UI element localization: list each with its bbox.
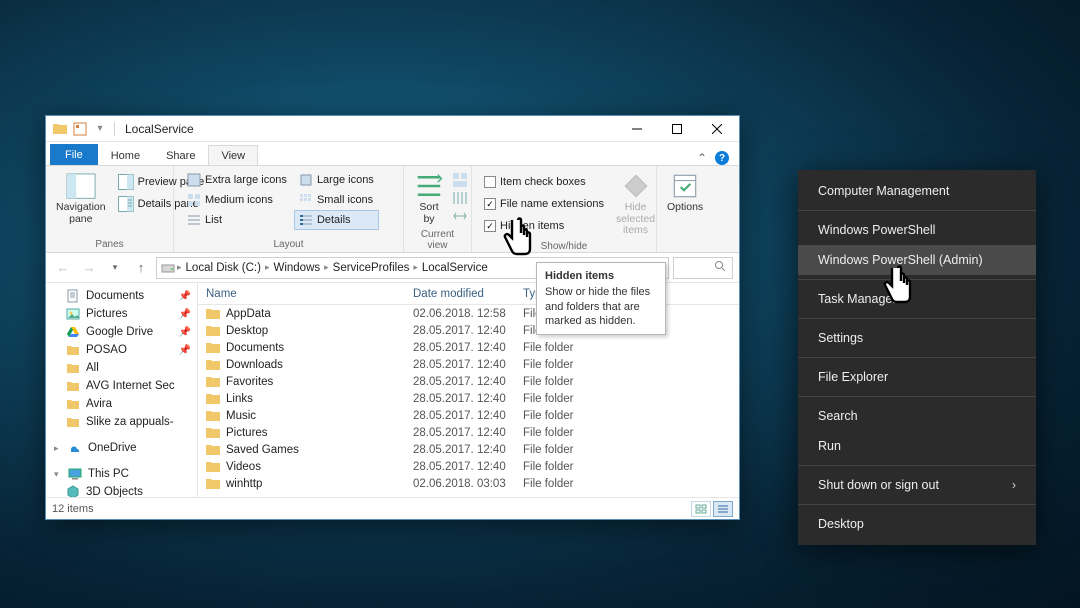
breadcrumb-item[interactable]: Local Disk (C:) bbox=[184, 262, 263, 274]
folder-icon bbox=[66, 343, 80, 357]
ctx-item[interactable]: Windows PowerShell (Admin) bbox=[798, 245, 1036, 275]
tab-share[interactable]: Share bbox=[153, 145, 208, 165]
sidebar-item[interactable]: Documents📌 bbox=[46, 287, 197, 305]
file-row[interactable]: Documents28.05.2017. 12:40File folder bbox=[198, 339, 739, 356]
hide-selected-items-button: Hide selected items bbox=[614, 170, 657, 239]
ribbon-view: Navigation pane Preview pane Details pan… bbox=[46, 166, 739, 253]
folder-icon bbox=[52, 121, 68, 137]
ribbon-tabs: File Home Share View ⌃ ? bbox=[46, 142, 739, 166]
navigation-pane-button[interactable]: Navigation pane bbox=[54, 170, 108, 227]
forward-button[interactable]: → bbox=[78, 257, 100, 279]
file-row[interactable]: winhttp02.06.2018. 03:03File folder bbox=[198, 475, 739, 492]
view-large-icons-button[interactable] bbox=[691, 501, 711, 517]
search-box[interactable] bbox=[673, 257, 733, 279]
sidebar-item[interactable]: Pictures📌 bbox=[46, 305, 197, 323]
size-columns-icon[interactable] bbox=[452, 208, 468, 224]
group-by-icon[interactable] bbox=[452, 172, 468, 188]
layout-gallery[interactable]: Extra large icons Large icons Medium ico… bbox=[182, 170, 379, 230]
ctx-item[interactable]: Task Manager bbox=[798, 284, 1036, 314]
close-button[interactable] bbox=[697, 116, 737, 142]
folder-icon bbox=[66, 379, 80, 393]
sidebar-item[interactable]: All bbox=[46, 359, 197, 377]
window-title: LocalService bbox=[125, 122, 194, 136]
breadcrumb-item[interactable]: LocalService bbox=[420, 262, 490, 274]
doc-icon bbox=[66, 289, 80, 303]
sidebar-item[interactable]: Google Drive📌 bbox=[46, 323, 197, 341]
sidebar-item[interactable]: Slike za appuals- bbox=[46, 413, 197, 431]
sidebar-item[interactable]: Avira bbox=[46, 395, 197, 413]
properties-icon[interactable] bbox=[72, 121, 88, 137]
gd-icon bbox=[66, 325, 80, 339]
ctx-item[interactable]: Windows PowerShell bbox=[798, 215, 1036, 245]
folder-icon bbox=[66, 361, 80, 375]
pin-icon: 📌 bbox=[179, 345, 191, 356]
help-icon[interactable]: ? bbox=[715, 151, 729, 165]
back-button[interactable]: ← bbox=[52, 257, 74, 279]
chevron-right-icon: › bbox=[1012, 478, 1016, 492]
add-columns-icon[interactable] bbox=[452, 190, 468, 206]
recent-locations-button[interactable]: ▾ bbox=[104, 257, 126, 279]
pin-icon: 📌 bbox=[179, 327, 191, 338]
current-view-group-label: Current view bbox=[412, 227, 463, 253]
nav-sidebar[interactable]: Documents📌Pictures📌Google Drive📌POSAO📌Al… bbox=[46, 283, 198, 497]
tab-file[interactable]: File bbox=[50, 144, 98, 165]
new-folder-icon[interactable]: ▾ bbox=[92, 121, 108, 137]
pin-icon: 📌 bbox=[179, 291, 191, 302]
pic-icon bbox=[66, 307, 80, 321]
breadcrumb-item[interactable]: ServiceProfiles bbox=[331, 262, 412, 274]
file-row[interactable]: Saved Games28.05.2017. 12:40File folder bbox=[198, 441, 739, 458]
item-check-boxes-toggle[interactable]: Item check boxes bbox=[480, 172, 608, 192]
sidebar-item-onedrive[interactable]: ▸ OneDrive bbox=[46, 439, 197, 457]
show-hide-group-label: Show/hide bbox=[480, 239, 648, 254]
file-row[interactable]: Links28.05.2017. 12:40File folder bbox=[198, 390, 739, 407]
search-icon bbox=[714, 260, 726, 275]
ctx-item[interactable]: Shut down or sign out› bbox=[798, 470, 1036, 500]
folder-icon bbox=[66, 397, 80, 411]
breadcrumb-item[interactable]: Windows bbox=[271, 262, 322, 274]
this-pc-icon bbox=[68, 467, 82, 481]
file-row[interactable]: Favorites28.05.2017. 12:40File folder bbox=[198, 373, 739, 390]
sidebar-item-3d-objects[interactable]: 3D Objects bbox=[46, 483, 197, 497]
file-name-extensions-toggle[interactable]: File name extensions bbox=[480, 194, 608, 214]
sidebar-item[interactable]: POSAO📌 bbox=[46, 341, 197, 359]
file-row[interactable]: Videos28.05.2017. 12:40File folder bbox=[198, 458, 739, 475]
ctx-item[interactable]: Computer Management bbox=[798, 176, 1036, 206]
tab-home[interactable]: Home bbox=[98, 145, 153, 165]
ctx-item[interactable]: Search bbox=[798, 401, 1036, 431]
pin-icon: 📌 bbox=[179, 309, 191, 320]
ctx-item[interactable]: Settings bbox=[798, 323, 1036, 353]
options-button[interactable]: Options bbox=[665, 170, 705, 216]
file-row[interactable]: Pictures28.05.2017. 12:40File folder bbox=[198, 424, 739, 441]
ctx-item[interactable]: File Explorer bbox=[798, 362, 1036, 392]
ctx-item[interactable]: Run bbox=[798, 431, 1036, 461]
hidden-items-toggle[interactable]: Hidden items bbox=[480, 216, 608, 236]
sidebar-item-thispc[interactable]: ▾ This PC bbox=[46, 465, 197, 483]
up-button[interactable]: ↑ bbox=[130, 257, 152, 279]
folder-icon bbox=[66, 415, 80, 429]
column-date[interactable]: Date modified bbox=[413, 288, 523, 300]
view-details-button[interactable] bbox=[713, 501, 733, 517]
onedrive-icon bbox=[68, 441, 82, 455]
3d-objects-icon bbox=[66, 485, 80, 497]
titlebar[interactable]: ▾ LocalService bbox=[46, 116, 739, 142]
maximize-button[interactable] bbox=[657, 116, 697, 142]
column-name[interactable]: Name bbox=[198, 288, 413, 300]
file-row[interactable]: Downloads28.05.2017. 12:40File folder bbox=[198, 356, 739, 373]
sidebar-item[interactable]: AVG Internet Sec bbox=[46, 377, 197, 395]
status-bar: 12 items bbox=[46, 497, 739, 519]
minimize-button[interactable] bbox=[617, 116, 657, 142]
status-text: 12 items bbox=[52, 503, 94, 515]
hidden-items-tooltip: Hidden items Show or hide the files and … bbox=[536, 262, 666, 335]
ctx-item[interactable]: Desktop bbox=[798, 509, 1036, 539]
layout-group-label: Layout bbox=[182, 237, 395, 252]
tab-view[interactable]: View bbox=[208, 145, 258, 165]
collapse-ribbon-icon[interactable]: ⌃ bbox=[697, 151, 707, 165]
winx-menu: Computer Management Windows PowerShell W… bbox=[798, 170, 1036, 545]
panes-group-label: Panes bbox=[54, 237, 165, 252]
drive-icon bbox=[161, 261, 175, 275]
sort-by-button[interactable]: Sort by bbox=[412, 170, 446, 227]
file-row[interactable]: Music28.05.2017. 12:40File folder bbox=[198, 407, 739, 424]
